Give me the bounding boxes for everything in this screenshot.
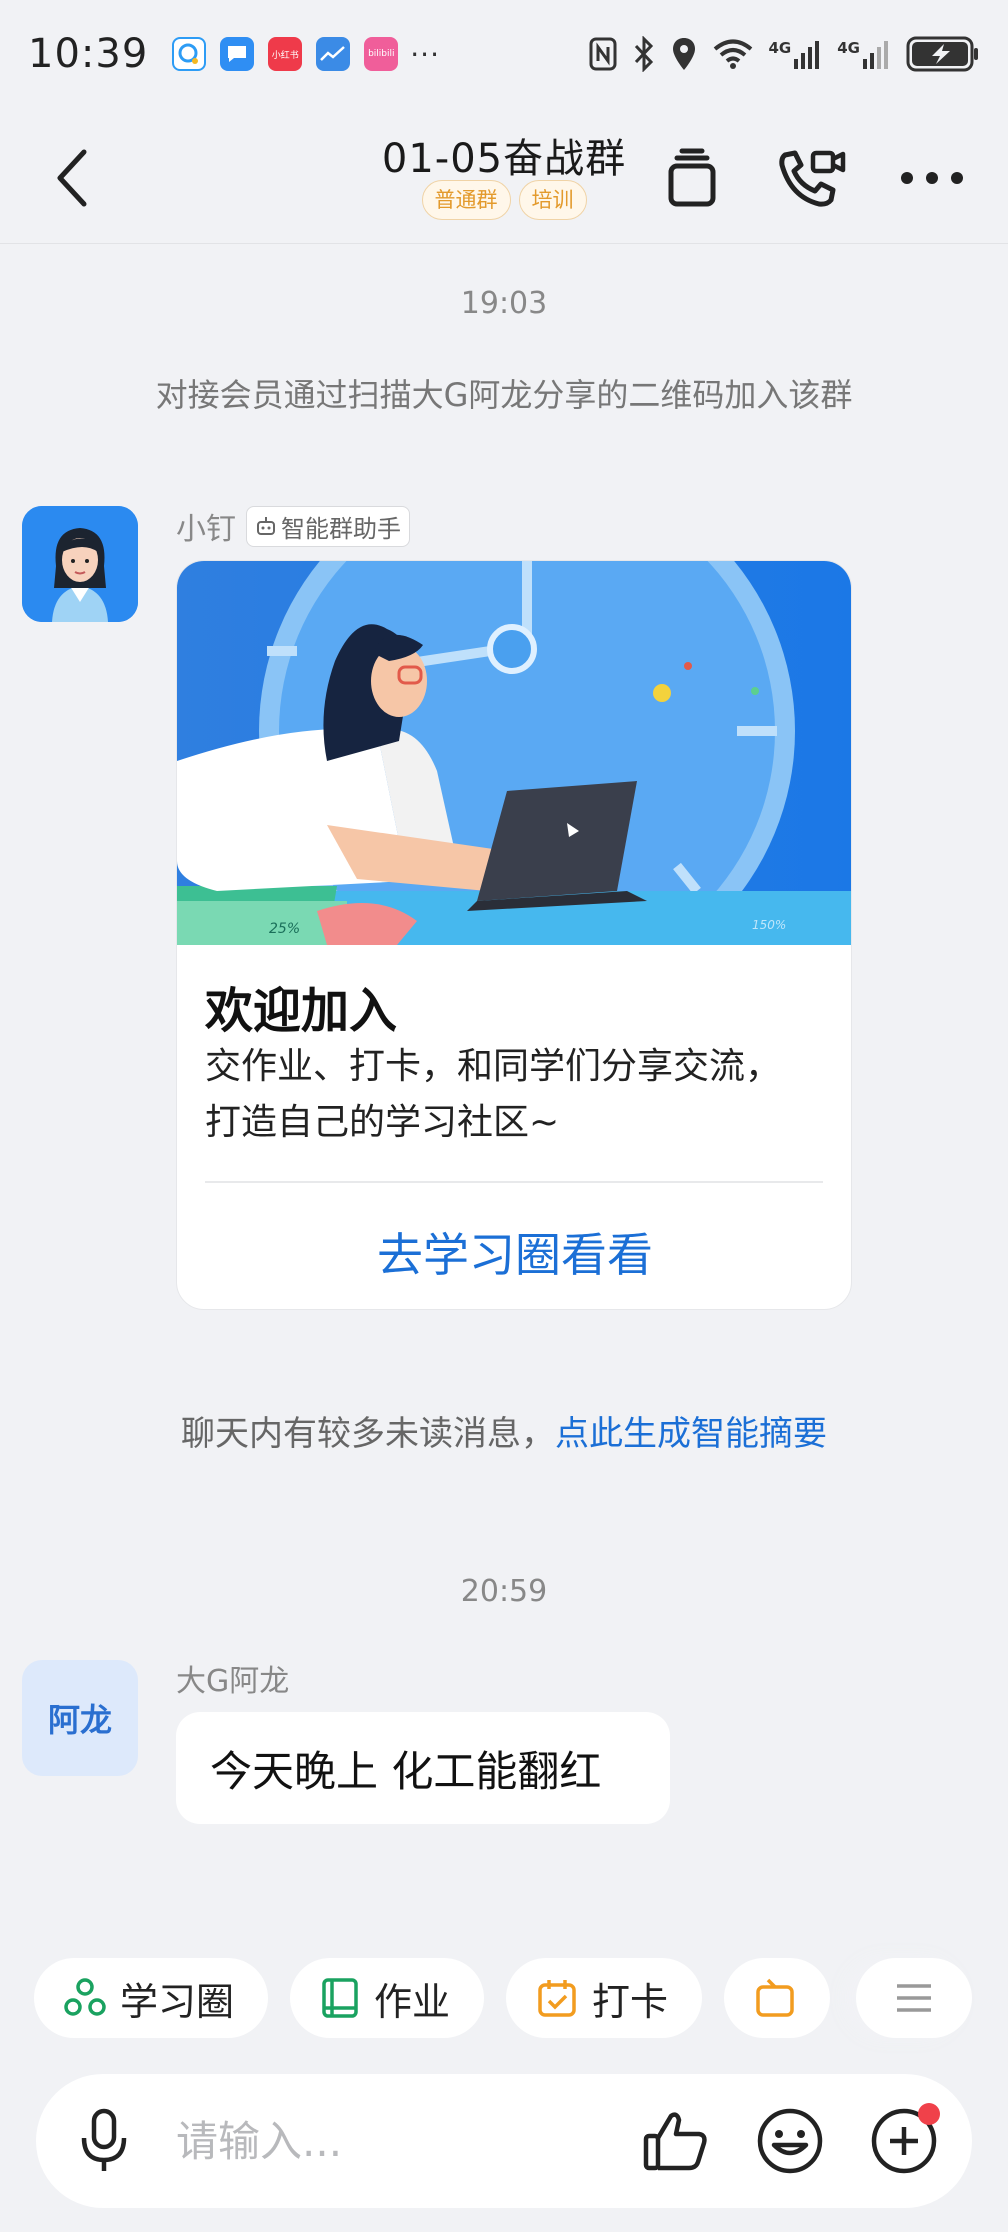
book-icon bbox=[322, 1978, 358, 2018]
tag-normal-group: 普通群 bbox=[421, 180, 511, 220]
message-input-bar bbox=[36, 2074, 972, 2208]
qq-browser-icon bbox=[172, 37, 207, 71]
system-message: 对接会员通过扫描大G阿龙分享的二维码加入该群 bbox=[155, 376, 853, 414]
like-button[interactable] bbox=[638, 2103, 714, 2179]
tag-training: 培训 bbox=[518, 180, 587, 220]
signal-2-icon: 4G bbox=[837, 39, 890, 69]
assistant-avatar-icon bbox=[22, 506, 138, 622]
tv-icon bbox=[756, 1978, 794, 2017]
more-button[interactable] bbox=[892, 142, 972, 214]
circle-group-icon bbox=[64, 1978, 106, 2016]
input-actions bbox=[638, 2103, 942, 2179]
unread-tip-text: 聊天内有较多未读消息， bbox=[181, 1414, 555, 1454]
status-time: 10:39 bbox=[28, 31, 149, 77]
quick-homework-label: 作业 bbox=[374, 1979, 451, 2024]
stocks-icon bbox=[316, 37, 351, 71]
quick-checkin[interactable]: 打卡 bbox=[506, 1958, 703, 2038]
emoji-button[interactable] bbox=[752, 2103, 828, 2179]
emoji-icon bbox=[757, 2108, 823, 2174]
quick-actions-menu-button[interactable] bbox=[856, 1958, 972, 2038]
study-circle-link[interactable]: 去学习圈看看 bbox=[177, 1219, 851, 1285]
quick-homework[interactable]: 作业 bbox=[290, 1958, 485, 2038]
chat-header: 01-05奋战群 普通群 培训 bbox=[0, 108, 1008, 244]
robot-icon bbox=[257, 517, 275, 535]
location-icon bbox=[672, 38, 695, 70]
quick-actions-bar: 学习圈 作业 打卡 bbox=[34, 1958, 974, 2038]
bot-sender-row: 小钉 智能群助手 bbox=[176, 504, 410, 548]
message-input[interactable] bbox=[176, 2116, 596, 2166]
phone-video-icon bbox=[779, 150, 846, 207]
timestamp-1: 19:03 bbox=[460, 286, 548, 321]
notification-dot bbox=[918, 2103, 940, 2125]
menu-lines-icon bbox=[897, 1984, 931, 2012]
status-bar: 10:39 小红书 bilibili ··· 4G 4G bbox=[0, 0, 1008, 108]
stack-icon bbox=[668, 148, 716, 207]
voice-button[interactable] bbox=[66, 2103, 142, 2179]
microphone-icon bbox=[81, 2108, 127, 2171]
nfc-icon bbox=[589, 37, 616, 71]
xiaohongshu-icon: 小红书 bbox=[268, 37, 303, 71]
quick-study-circle-label: 学习圈 bbox=[120, 1979, 235, 2024]
generate-summary-link[interactable]: 点此生成智能摘要 bbox=[555, 1414, 827, 1454]
bot-badge-label: 智能群助手 bbox=[281, 514, 401, 543]
battery-charging-icon bbox=[906, 36, 978, 72]
user-sender-row: 大G阿龙 bbox=[176, 1656, 289, 1700]
header-actions bbox=[652, 142, 972, 214]
wifi-icon bbox=[713, 39, 752, 69]
welcome-card[interactable]: 25% 150% 欢迎加入 交作业、打卡，和同学们分享交流，打造自己的学习社区~… bbox=[176, 560, 852, 1310]
more-dots-icon bbox=[901, 172, 963, 184]
stack-button[interactable] bbox=[652, 142, 732, 214]
call-button[interactable] bbox=[772, 142, 852, 214]
thumbs-up-icon bbox=[643, 2112, 707, 2171]
add-button[interactable] bbox=[866, 2103, 942, 2179]
card-title: 欢迎加入 bbox=[205, 983, 398, 1039]
notification-icons: 小红书 bilibili bbox=[172, 37, 399, 71]
signal-1-icon: 4G bbox=[769, 39, 822, 69]
user-name: 大G阿龙 bbox=[176, 1664, 290, 1699]
messages-icon bbox=[220, 37, 255, 71]
welcome-illustration: 25% 150% bbox=[177, 561, 851, 945]
illustration-badge-right: 150% bbox=[752, 918, 786, 932]
quick-checkin-label: 打卡 bbox=[592, 1979, 669, 2024]
quick-more-partial[interactable] bbox=[724, 1958, 831, 2038]
bot-badge: 智能群助手 bbox=[246, 505, 410, 547]
user-avatar[interactable]: 阿龙 bbox=[22, 1660, 138, 1776]
bot-avatar[interactable] bbox=[22, 506, 138, 622]
message-bubble[interactable]: 今天晚上 化工能翻红 bbox=[176, 1712, 670, 1824]
card-description: 交作业、打卡，和同学们分享交流，打造自己的学习社区~ bbox=[205, 1046, 782, 1143]
bot-name: 小钉 bbox=[176, 512, 236, 547]
calendar-check-icon bbox=[538, 1980, 576, 2017]
unread-summary-tip: 聊天内有较多未读消息，点此生成智能摘要 bbox=[150, 1408, 858, 1460]
quick-study-circle[interactable]: 学习圈 bbox=[34, 1958, 269, 2038]
bluetooth-icon bbox=[634, 36, 653, 72]
timestamp-2: 20:59 bbox=[460, 1574, 548, 1609]
bilibili-icon: bilibili bbox=[364, 37, 399, 71]
more-notifications-icon: ··· bbox=[410, 37, 440, 71]
system-indicators: 4G 4G bbox=[589, 36, 981, 72]
card-divider bbox=[205, 1181, 823, 1183]
illustration-badge-left: 25% bbox=[269, 921, 300, 937]
